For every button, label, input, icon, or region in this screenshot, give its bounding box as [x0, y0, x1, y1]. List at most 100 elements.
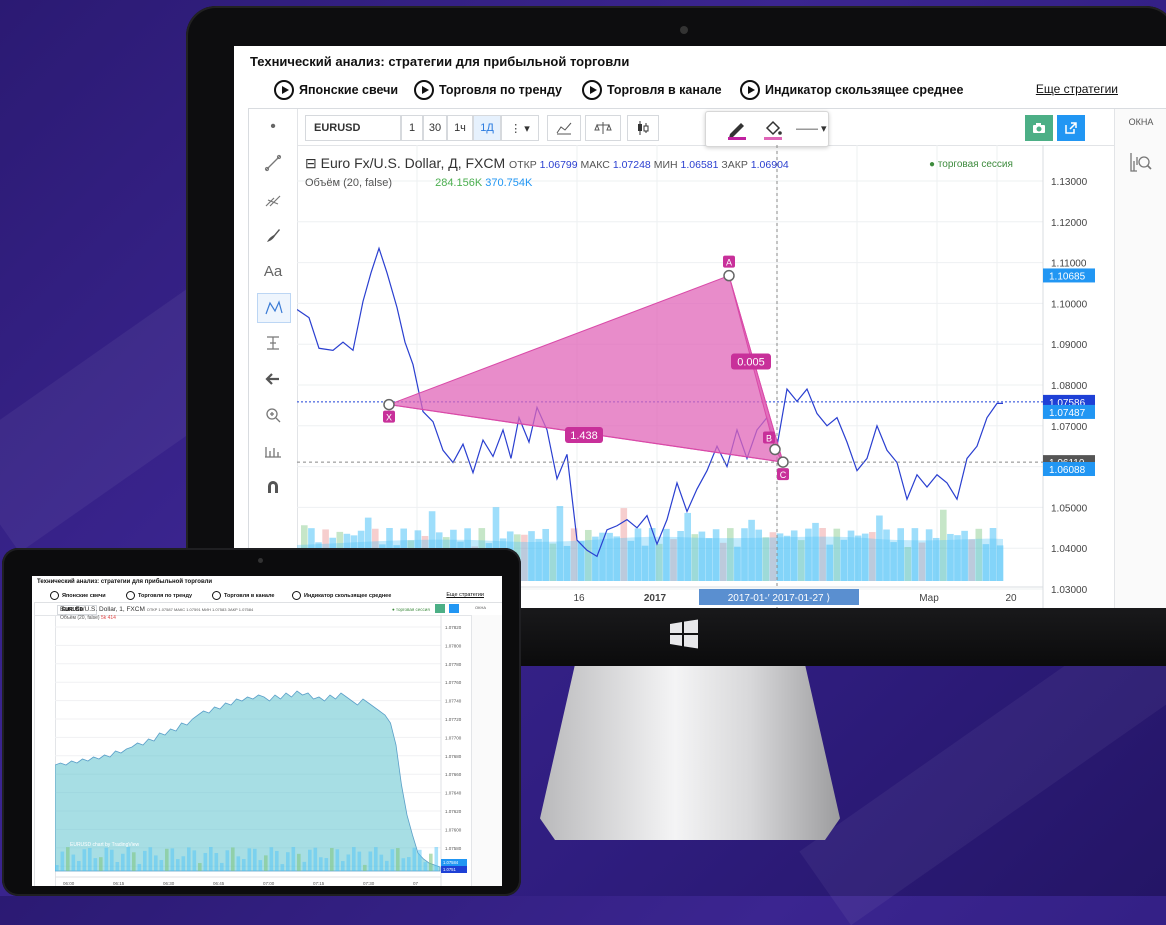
volume-bar	[253, 848, 257, 871]
volume-bar	[407, 857, 411, 871]
volume-bar	[236, 856, 241, 871]
candles-icon[interactable]	[627, 115, 659, 141]
price-tag-label: 1.07487	[1049, 408, 1086, 419]
volume-bar	[396, 848, 400, 871]
fill-bucket-icon[interactable]	[762, 118, 784, 145]
volume-bar	[104, 847, 109, 871]
pattern-point-handle	[383, 398, 395, 411]
price-axis-label: 1.07740	[445, 699, 462, 704]
pattern-point-handle	[723, 269, 735, 282]
volume-bar	[66, 847, 70, 871]
volume-bar	[209, 847, 213, 871]
volume-bar	[280, 864, 285, 871]
strategy-label: Японские свечи	[299, 83, 399, 97]
volume-bar	[352, 847, 356, 871]
price-chart[interactable]: 1.13000 1.12000 1.11000 1.10000 1.09000 1.080…	[297, 145, 1117, 608]
interval-button[interactable]: 1ч	[447, 115, 473, 141]
volume-bar	[88, 848, 92, 871]
indicators-icon[interactable]	[547, 115, 581, 141]
more-vertical-icon: ⋮ ▾	[510, 122, 530, 135]
volume-bar	[319, 857, 323, 871]
monitor-stand	[540, 660, 840, 840]
volume-bar	[159, 859, 164, 871]
volume-bar	[385, 860, 389, 871]
strategy-label: Торговля в канале	[607, 83, 722, 97]
tablet-camera-icon[interactable]	[435, 604, 445, 613]
volume-bar	[77, 860, 81, 871]
line-style-dropdown[interactable]: —— ▾	[796, 122, 827, 135]
session-indicator: ● торговая сессия	[929, 159, 1013, 170]
pencil-icon[interactable]	[726, 118, 746, 145]
trend-line-icon[interactable]	[257, 149, 289, 177]
collapse-icon[interactable]: ⊟	[305, 155, 317, 171]
price-axis-label: 1.09000	[1051, 340, 1088, 351]
tablet-more-strategies-link[interactable]: Еще стратегии	[446, 592, 484, 598]
pattern-ratio-label: 0.005	[737, 357, 765, 369]
time-axis-label: 2017-01-′ 2017-01-27 ⟩	[728, 593, 831, 604]
brush-icon[interactable]	[257, 221, 289, 249]
pattern-point-label: X	[386, 413, 392, 423]
pitchfork-icon[interactable]	[257, 185, 289, 213]
volume-legend: Объём (20, false) 284.156K 370.754K	[305, 177, 532, 189]
volume-bar	[258, 860, 263, 871]
pattern-point-label: A	[726, 258, 732, 268]
measure-icon[interactable]	[257, 329, 289, 357]
price-axis-label: 1.04000	[1051, 544, 1088, 555]
more-strategies-link[interactable]: Еще стратегии	[1036, 82, 1118, 96]
tablet-device: Технический анализ: стратегии для прибыл…	[2, 548, 521, 896]
tablet-strategies-title: Технический анализ: стратегии для прибыл…	[37, 579, 213, 585]
price-axis-label: 1.10000	[1051, 299, 1088, 310]
interval-button-active[interactable]: 1Д	[473, 115, 501, 141]
interval-button[interactable]: 1	[401, 115, 423, 141]
strategy-link[interactable]: Японские свечи	[274, 80, 398, 100]
interval-dropdown[interactable]: ⋮ ▾	[501, 115, 539, 141]
strategy-link[interactable]: Торговля в канале	[582, 80, 722, 100]
pattern-tool-icon[interactable]	[257, 293, 291, 323]
volume-bar	[297, 853, 301, 871]
search-screener-icon[interactable]	[1129, 151, 1153, 178]
volume-bar	[93, 858, 98, 871]
arrow-left-icon[interactable]	[257, 365, 289, 393]
pattern-point-handle	[777, 456, 789, 468]
volume-value: 284.156K	[435, 177, 483, 189]
tablet-popout-icon[interactable]	[449, 604, 459, 613]
tablet-volume-legend: Объём (20, false) 5k 414	[60, 615, 116, 621]
zoom-in-icon[interactable]	[257, 401, 289, 429]
camera-icon[interactable]	[1025, 115, 1053, 141]
tablet-strategy-link[interactable]: Торговля по тренду	[126, 591, 192, 600]
volume-label: Объём (20, false)	[305, 177, 393, 189]
ruler-icon[interactable]	[257, 437, 289, 465]
volume-bar	[308, 849, 312, 871]
pattern-point-label: B	[766, 433, 772, 443]
volume-bar	[412, 847, 417, 871]
strategy-link[interactable]: Торговля по тренду	[414, 80, 562, 100]
volume-bar	[192, 850, 197, 871]
popout-icon[interactable]	[1057, 115, 1085, 141]
volume-bar	[313, 847, 318, 871]
magnet-icon[interactable]	[257, 473, 289, 501]
volume-bar	[181, 856, 186, 871]
time-axis-label: 06:15	[113, 881, 125, 886]
volume-bar	[275, 850, 279, 871]
time-axis-label: 07	[413, 881, 419, 886]
volume-bar	[203, 852, 208, 871]
windows-logo-icon	[670, 619, 698, 649]
compare-icon[interactable]	[585, 115, 621, 141]
interval-button[interactable]: 30	[423, 115, 447, 141]
time-axis-label: 07:15	[313, 881, 325, 886]
tablet-strategy-link[interactable]: Японские свечи	[50, 591, 106, 600]
tablet-strategy-link[interactable]: Индикатор скользящее среднее	[292, 591, 391, 600]
volume-bar	[324, 858, 329, 871]
strategy-link[interactable]: Индикатор скользящее среднее	[740, 80, 963, 100]
text-icon[interactable]: Aa	[257, 257, 289, 285]
cursor-icon[interactable]: •	[257, 113, 289, 141]
symbol-input[interactable]: EURUSD	[305, 115, 401, 141]
time-axis-label: 2017	[644, 593, 667, 604]
price-axis-label: 1.07760	[445, 680, 462, 685]
volume-bar	[198, 863, 202, 871]
volume-bar	[231, 847, 235, 871]
price-axis-label: 1.07720	[445, 717, 462, 722]
tablet-watermark: EURUSD chart by TradingView	[70, 842, 140, 848]
price-tag-label: 1.0751	[443, 867, 456, 872]
tablet-strategy-link[interactable]: Торговля в канале	[212, 591, 274, 600]
